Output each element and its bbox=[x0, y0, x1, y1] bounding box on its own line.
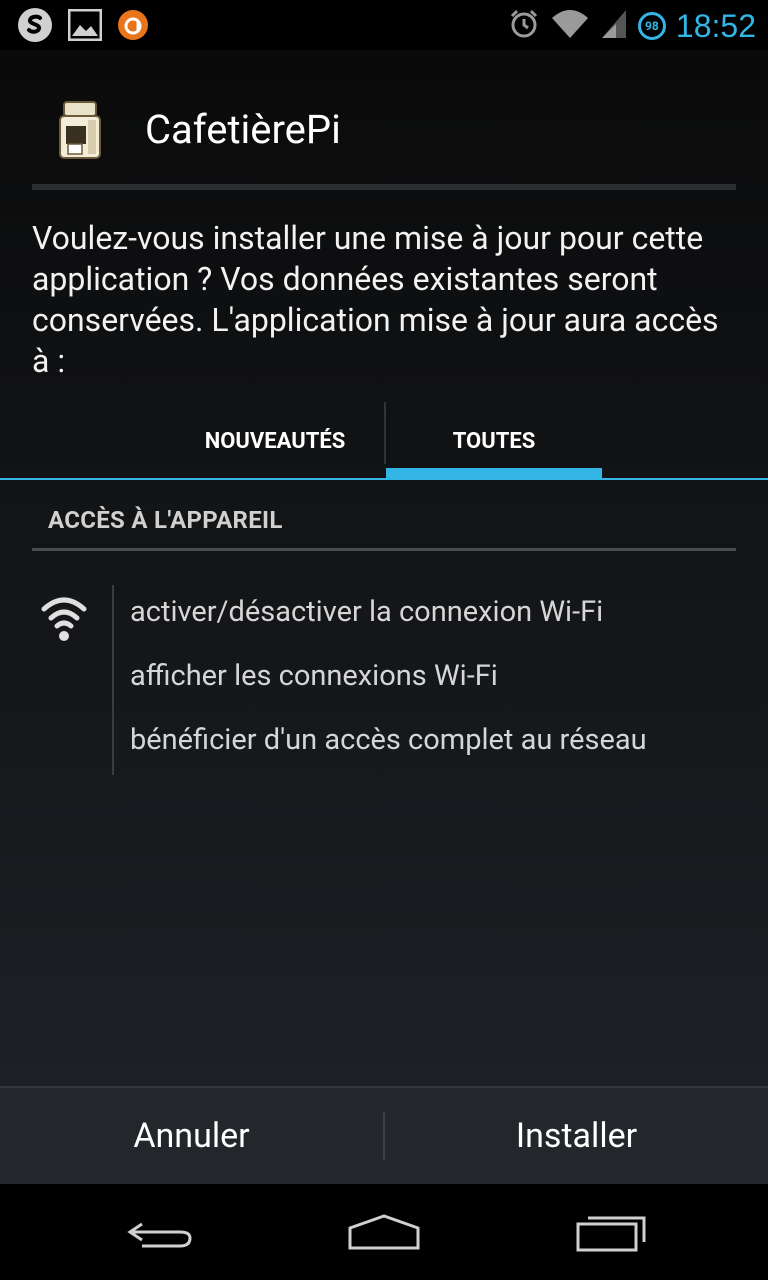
selected-tab-indicator bbox=[386, 468, 602, 478]
intro-text: Voulez-vous installer une mise à jour po… bbox=[32, 219, 719, 380]
install-dialog: CafetièrePi Voulez-vous installer une mi… bbox=[0, 50, 768, 1184]
app-header: CafetièrePi bbox=[0, 80, 768, 180]
header-divider bbox=[32, 184, 736, 190]
avast-icon bbox=[116, 8, 150, 46]
status-bar: 98 18:52 bbox=[0, 0, 768, 50]
gallery-icon bbox=[67, 8, 103, 45]
battery-icon: 98 bbox=[637, 12, 666, 40]
tab-nouveautes[interactable]: NOUVEAUTÉS bbox=[165, 402, 385, 480]
wifi-icon bbox=[550, 8, 590, 44]
permission-item: afficher les connexions Wi-Fi bbox=[130, 659, 498, 693]
wifi-icon bbox=[40, 593, 88, 643]
app-title: CafetièrePi bbox=[145, 106, 341, 153]
cancel-button[interactable]: Annuler bbox=[0, 1088, 383, 1184]
permission-item: activer/désactiver la connexion Wi-Fi bbox=[130, 595, 604, 629]
recents-icon[interactable] bbox=[572, 1208, 652, 1258]
button-bar: Annuler Installer bbox=[0, 1086, 768, 1184]
system-icons: 98 18:52 bbox=[508, 4, 756, 48]
battery-level: 98 bbox=[645, 19, 659, 33]
alarm-icon bbox=[508, 8, 540, 44]
install-button[interactable]: Installer bbox=[385, 1088, 768, 1184]
notification-icons bbox=[16, 6, 150, 48]
clock: 18:52 bbox=[675, 7, 756, 44]
section-divider bbox=[32, 548, 736, 551]
back-icon[interactable] bbox=[120, 1208, 200, 1258]
navigation-bar bbox=[0, 1184, 768, 1280]
permission-divider bbox=[112, 585, 114, 775]
permission-item: bénéficier d'un accès complet au réseau bbox=[130, 723, 647, 757]
tab-bar: NOUVEAUTÉS TOUTES bbox=[0, 402, 768, 480]
section-title: ACCÈS À L'APPAREIL bbox=[48, 506, 283, 534]
permission-group: activer/désactiver la connexion Wi-Fi af… bbox=[0, 585, 768, 775]
tab-underline bbox=[0, 478, 768, 480]
home-icon[interactable] bbox=[344, 1208, 424, 1258]
skype-icon bbox=[16, 6, 54, 48]
coffee-maker-icon bbox=[56, 100, 104, 162]
signal-icon bbox=[600, 8, 628, 44]
